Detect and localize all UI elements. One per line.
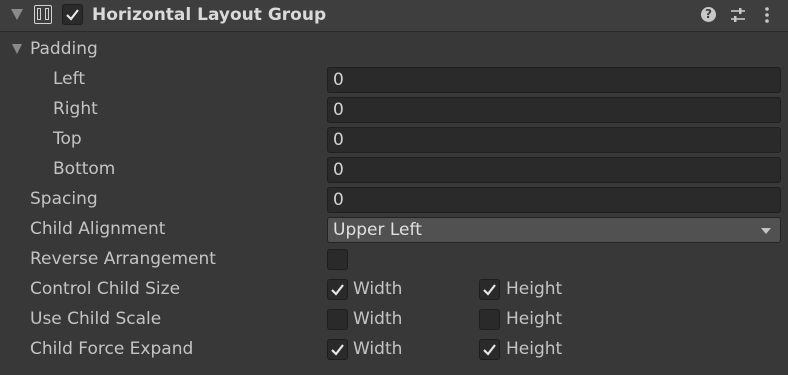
padding-top-label: Top — [53, 129, 82, 149]
component-enabled-checkbox[interactable] — [62, 4, 83, 25]
child-alignment-label: Child Alignment — [30, 219, 166, 239]
checkmark-icon — [66, 9, 79, 21]
control-child-size-width-label: Width — [353, 279, 403, 299]
child-alignment-value: Upper Left — [333, 220, 422, 240]
spacing-field[interactable]: 0 — [327, 187, 781, 213]
reverse-arrangement-label: Reverse Arrangement — [30, 249, 216, 269]
use-child-scale-height-label: Height — [506, 309, 563, 329]
padding-left-label: Left — [53, 69, 85, 89]
component-title: Horizontal Layout Group — [92, 5, 327, 25]
foldout-arrow-icon[interactable] — [11, 9, 23, 20]
control-child-size-width-checkbox[interactable] — [327, 279, 348, 300]
spacing-label: Spacing — [30, 189, 98, 209]
use-child-scale-width-label: Width — [353, 309, 403, 329]
preset-sliders-icon[interactable] — [729, 6, 747, 24]
padding-label[interactable]: Padding — [30, 38, 98, 60]
child-force-expand-height-checkbox[interactable] — [479, 339, 500, 360]
control-child-size-label: Control Child Size — [30, 279, 181, 299]
component-header: Horizontal Layout Group ? — [0, 0, 788, 32]
child-force-expand-label: Child Force Expand — [30, 339, 194, 359]
checkmark-icon — [331, 344, 344, 356]
checkmark-icon — [483, 284, 496, 296]
dropdown-caret-icon — [761, 228, 771, 234]
padding-right-field[interactable]: 0 — [327, 97, 781, 123]
padding-bottom-field[interactable]: 0 — [327, 157, 781, 183]
padding-foldout-arrow-icon[interactable] — [12, 44, 22, 54]
use-child-scale-label: Use Child Scale — [30, 309, 162, 329]
padding-left-field[interactable]: 0 — [327, 67, 781, 93]
help-icon[interactable]: ? — [701, 7, 716, 22]
checkmark-icon — [331, 284, 344, 296]
use-child-scale-height-checkbox[interactable] — [479, 309, 500, 330]
child-force-expand-width-label: Width — [353, 339, 403, 359]
child-alignment-dropdown[interactable]: Upper Left — [327, 217, 781, 243]
padding-right-label: Right — [53, 99, 98, 119]
child-force-expand-height-label: Height — [506, 339, 563, 359]
layout-group-icon — [34, 5, 52, 24]
padding-bottom-label: Bottom — [53, 159, 116, 179]
use-child-scale-width-checkbox[interactable] — [327, 309, 348, 330]
control-child-size-height-checkbox[interactable] — [479, 279, 500, 300]
padding-top-field[interactable]: 0 — [327, 127, 781, 153]
kebab-menu-icon[interactable] — [760, 5, 774, 25]
checkmark-icon — [483, 344, 496, 356]
child-force-expand-width-checkbox[interactable] — [327, 339, 348, 360]
reverse-arrangement-checkbox[interactable] — [327, 249, 348, 270]
control-child-size-height-label: Height — [506, 279, 563, 299]
